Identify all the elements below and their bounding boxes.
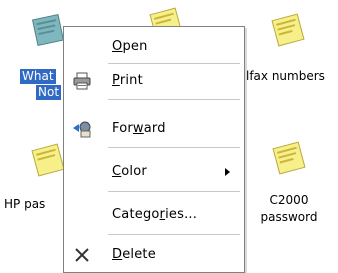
note-label-hp-password[interactable]: HP pas xyxy=(4,197,45,212)
menu-item-forward[interactable]: Forward xyxy=(64,115,244,143)
delete-x-icon xyxy=(72,245,92,265)
menu-item-open[interactable]: Open xyxy=(64,33,244,61)
menu-item-color-label: Color xyxy=(112,164,147,179)
menu-item-categories-label: Categories... xyxy=(112,207,198,222)
menu-item-open-label: Open xyxy=(112,39,148,54)
note-icon-hp-password[interactable] xyxy=(30,142,66,178)
note-label-what[interactable]: What xyxy=(20,69,56,84)
menu-item-color[interactable]: Color xyxy=(64,158,244,186)
note-icon-what-not[interactable] xyxy=(30,12,66,48)
menu-item-delete[interactable]: Delete xyxy=(64,241,244,269)
note-label-c2000-password[interactable]: password xyxy=(249,210,329,225)
menu-item-print[interactable]: Print xyxy=(64,67,244,95)
note-icon-c2000-password[interactable] xyxy=(271,140,307,176)
menu-separator xyxy=(108,63,240,64)
menu-separator xyxy=(108,147,240,148)
note-label-not[interactable]: Not xyxy=(36,85,62,100)
menu-icon-gutter xyxy=(64,27,100,272)
menu-item-forward-label: Forward xyxy=(112,121,166,136)
menu-item-categories[interactable]: Categories... xyxy=(64,201,244,229)
submenu-arrow-icon xyxy=(225,168,230,176)
note-label-fax-numbers[interactable]: lfax numbers xyxy=(246,69,325,84)
menu-item-delete-label: Delete xyxy=(112,247,156,262)
forward-envelope-icon xyxy=(72,119,92,139)
menu-separator xyxy=(108,99,240,100)
context-menu: Open Print Forward Color Categories... D… xyxy=(63,26,245,273)
note-icon-fax-numbers[interactable] xyxy=(270,12,306,48)
printer-icon xyxy=(72,71,92,91)
note-label-c2000[interactable]: C2000 xyxy=(249,193,329,208)
menu-item-print-label: Print xyxy=(112,73,143,88)
menu-separator xyxy=(108,191,240,192)
menu-separator xyxy=(108,234,240,235)
